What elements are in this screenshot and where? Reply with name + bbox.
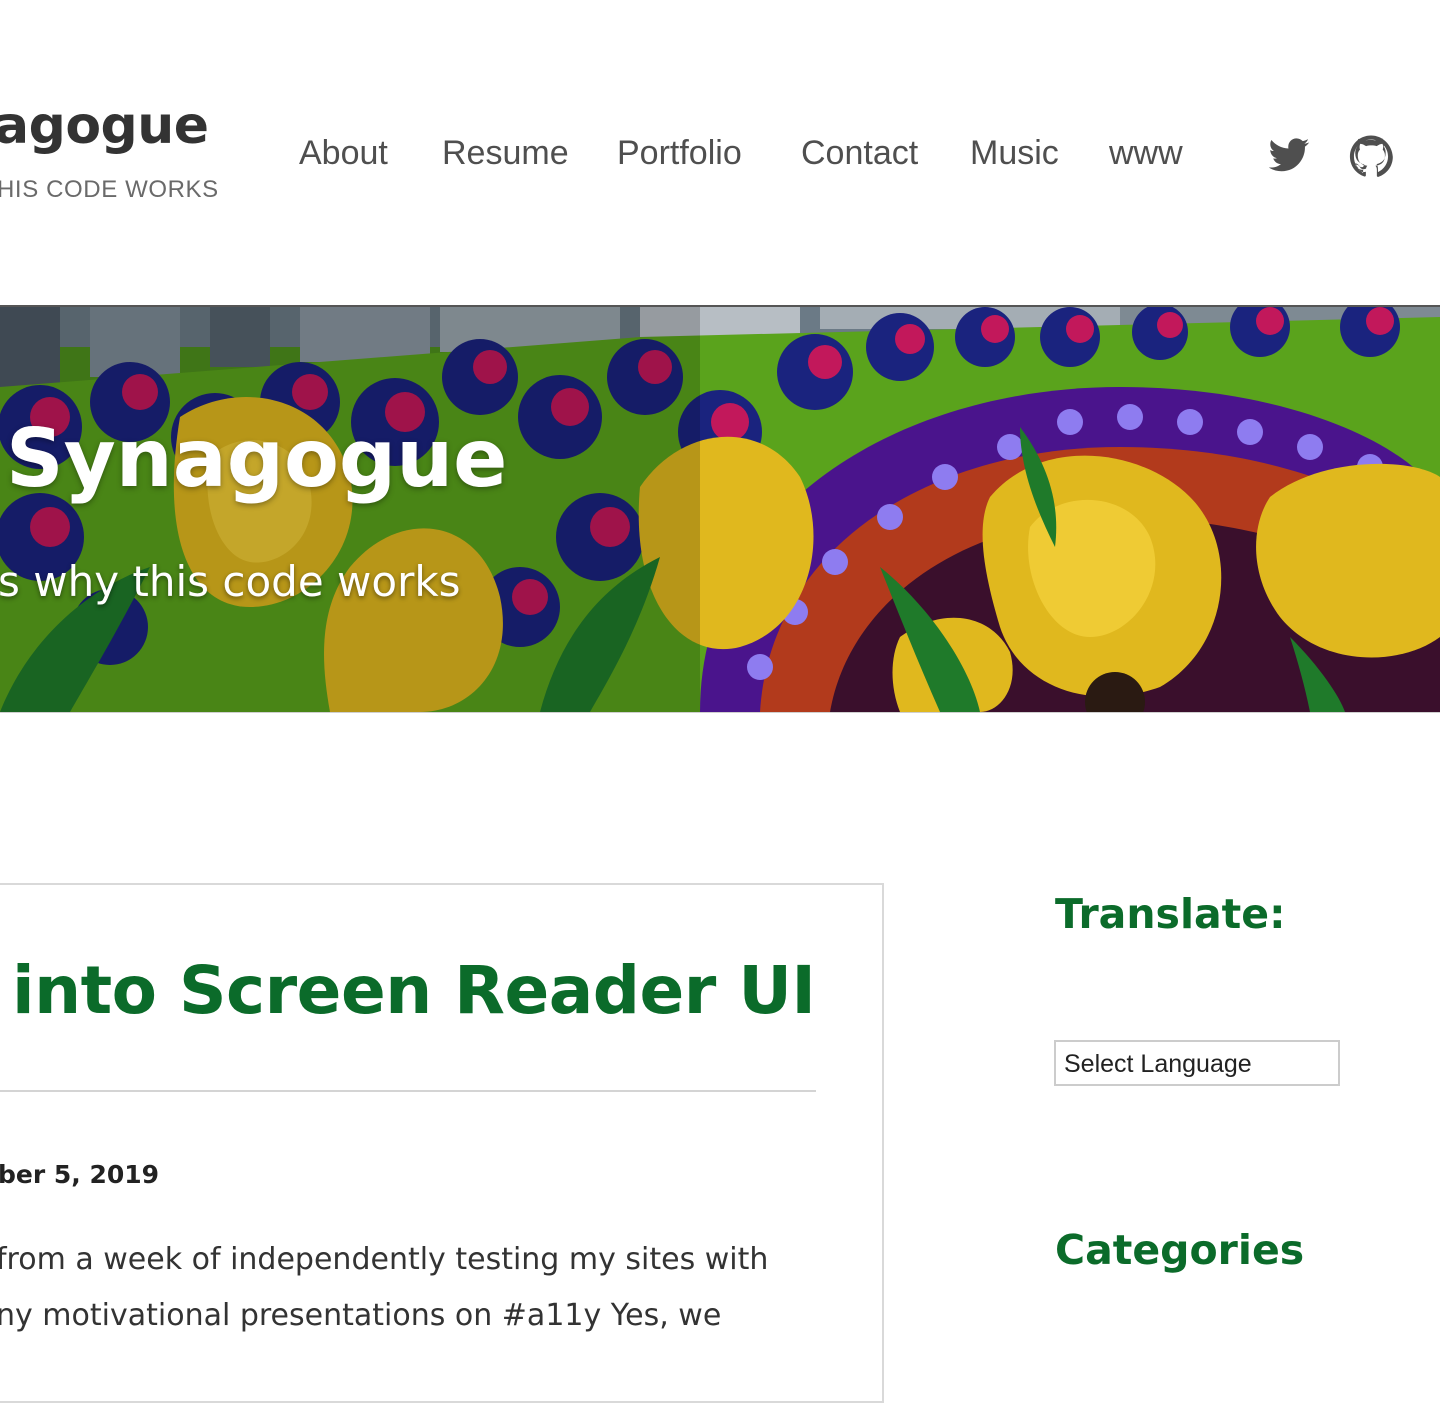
excerpt-line: ny motivational presentations on #a11y Y… — [0, 1298, 722, 1333]
hero-subtitle: s why this code works — [0, 557, 461, 606]
site-tagline: HIS CODE WORKS — [0, 176, 219, 203]
github-icon[interactable] — [1349, 134, 1393, 178]
excerpt-line: from a week of independently testing my … — [0, 1242, 769, 1277]
article-excerpt: from a week of independently testing my … — [0, 1232, 836, 1344]
article-title[interactable]: into Screen Reader UI — [12, 958, 816, 1024]
language-select[interactable]: Select Language — [1054, 1040, 1340, 1086]
article-divider — [0, 1090, 816, 1092]
site-title[interactable]: agogue — [0, 100, 209, 152]
twitter-icon[interactable] — [1267, 134, 1311, 178]
translate-widget-title: Translate: — [1055, 890, 1286, 938]
nav-link-portfolio[interactable]: Portfolio — [617, 136, 742, 170]
article-date: ber 5, 2019 — [0, 1160, 160, 1189]
categories-widget-title: Categories — [1055, 1226, 1305, 1274]
nav-link-www[interactable]: www — [1109, 136, 1183, 170]
nav-link-about[interactable]: About — [299, 136, 388, 170]
hero-banner: Synagogue s why this code works — [0, 305, 1440, 713]
nav-link-contact[interactable]: Contact — [801, 136, 918, 170]
hero-title: Synagogue — [6, 412, 508, 505]
hero-mural-image — [0, 307, 1440, 712]
nav-link-music[interactable]: Music — [970, 136, 1059, 170]
nav-link-resume[interactable]: Resume — [442, 136, 569, 170]
